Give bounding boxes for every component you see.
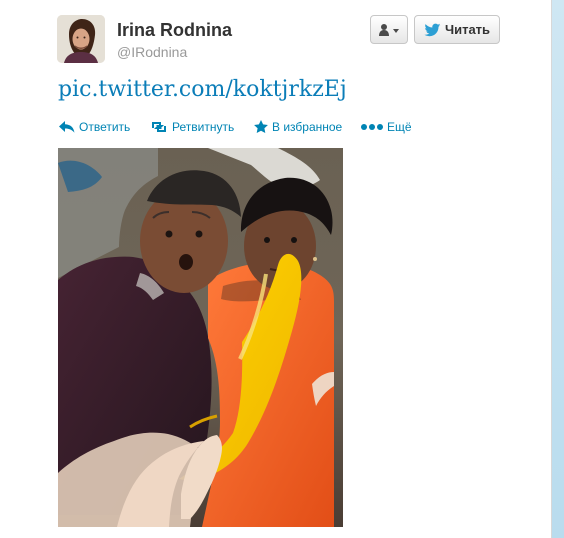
user-name[interactable]: Irina Rodnina xyxy=(117,20,232,41)
favorite-label: В избранное xyxy=(272,120,343,134)
reply-action[interactable]: Ответить xyxy=(58,118,130,136)
page-background-strip xyxy=(552,0,564,538)
follow-button[interactable]: Читать xyxy=(414,15,500,44)
avatar-image xyxy=(57,15,105,63)
profile-avatar[interactable] xyxy=(57,15,105,63)
more-action[interactable]: Ещё xyxy=(360,118,412,136)
retweet-label: Ретвитнуть xyxy=(172,120,235,134)
user-icon xyxy=(379,24,399,36)
tweet-photo-link[interactable]: pic.twitter.com/koktjrkzEj xyxy=(58,77,347,102)
tweet-photo[interactable] xyxy=(58,148,343,527)
reply-icon xyxy=(59,121,75,133)
tweet-card: Irina Rodnina @IRodnina Читать pic.twitt… xyxy=(0,0,552,538)
more-icon xyxy=(361,124,383,130)
retweet-action[interactable]: Ретвитнуть xyxy=(149,118,234,136)
star-icon xyxy=(254,120,268,133)
more-label: Ещё xyxy=(387,120,412,134)
user-actions-button[interactable] xyxy=(370,15,408,44)
photo-image xyxy=(58,148,343,527)
retweet-icon xyxy=(152,122,166,132)
caret-down-icon xyxy=(393,29,399,33)
favorite-action[interactable]: В избранное xyxy=(253,118,342,136)
user-handle[interactable]: @IRodnina xyxy=(117,44,187,60)
bird-icon xyxy=(424,23,441,36)
reply-label: Ответить xyxy=(79,120,131,134)
follow-label: Читать xyxy=(444,22,491,37)
